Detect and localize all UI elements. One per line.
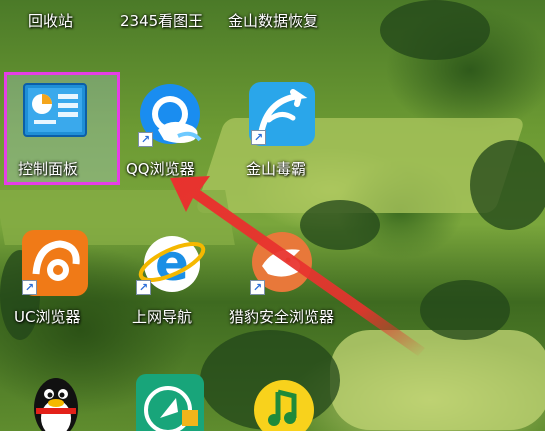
desktop[interactable]: 回收站 2345看图王 金山数据恢复 控制面板 ↗ QQ浏览器 ↗ 金山毒霸 ↗… [0,0,545,431]
annotation-arrow [170,176,425,356]
